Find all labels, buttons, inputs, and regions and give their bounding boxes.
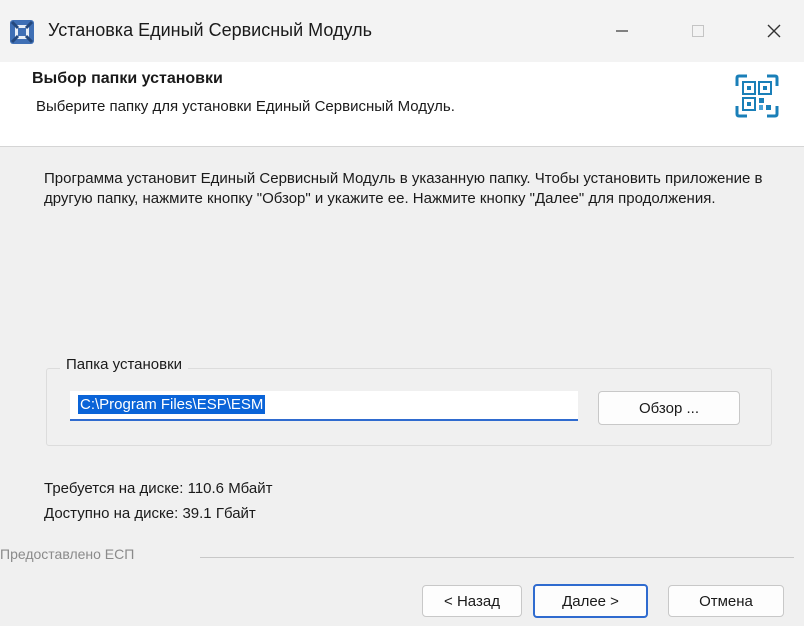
cancel-button[interactable]: Отмена (668, 585, 784, 617)
disk-available-text: Доступно на диске: 39.1 Гбайт (44, 505, 256, 522)
maximize-button[interactable] (668, 0, 728, 62)
install-path-input[interactable]: C:\Program Files\ESP\ESM (70, 391, 578, 421)
minimize-icon (616, 30, 628, 32)
install-folder-label: Папка установки (60, 356, 189, 373)
back-button[interactable]: < Назад (422, 585, 522, 617)
browse-button[interactable]: Обзор ... (598, 391, 740, 425)
wizard-header: Выбор папки установки Выберите папку для… (0, 62, 804, 147)
maximize-icon (692, 25, 704, 37)
window-title: Установка Единый Сервисный Модуль (48, 20, 372, 40)
description-text: Программа установит Единый Сервисный Мод… (44, 170, 763, 207)
next-button[interactable]: Далее > (533, 584, 648, 618)
page-title: Выбор папки установки (32, 70, 223, 87)
close-icon (767, 24, 781, 38)
page-subtitle: Выберите папку для установки Единый Серв… (36, 98, 455, 115)
close-button[interactable] (744, 0, 804, 62)
title-bar: Установка Единый Сервисный Модуль (0, 0, 804, 62)
disk-required-text: Требуется на диске: 110.6 Мбайт (44, 480, 273, 497)
footer-divider (200, 557, 794, 558)
minimize-button[interactable] (592, 0, 652, 62)
installer-icon (10, 20, 34, 44)
provided-by-text: Предоставлено ЕСП (0, 546, 135, 562)
install-path-value: C:\Program Files\ESP\ESM (78, 395, 266, 414)
qr-logo-icon (735, 74, 779, 118)
